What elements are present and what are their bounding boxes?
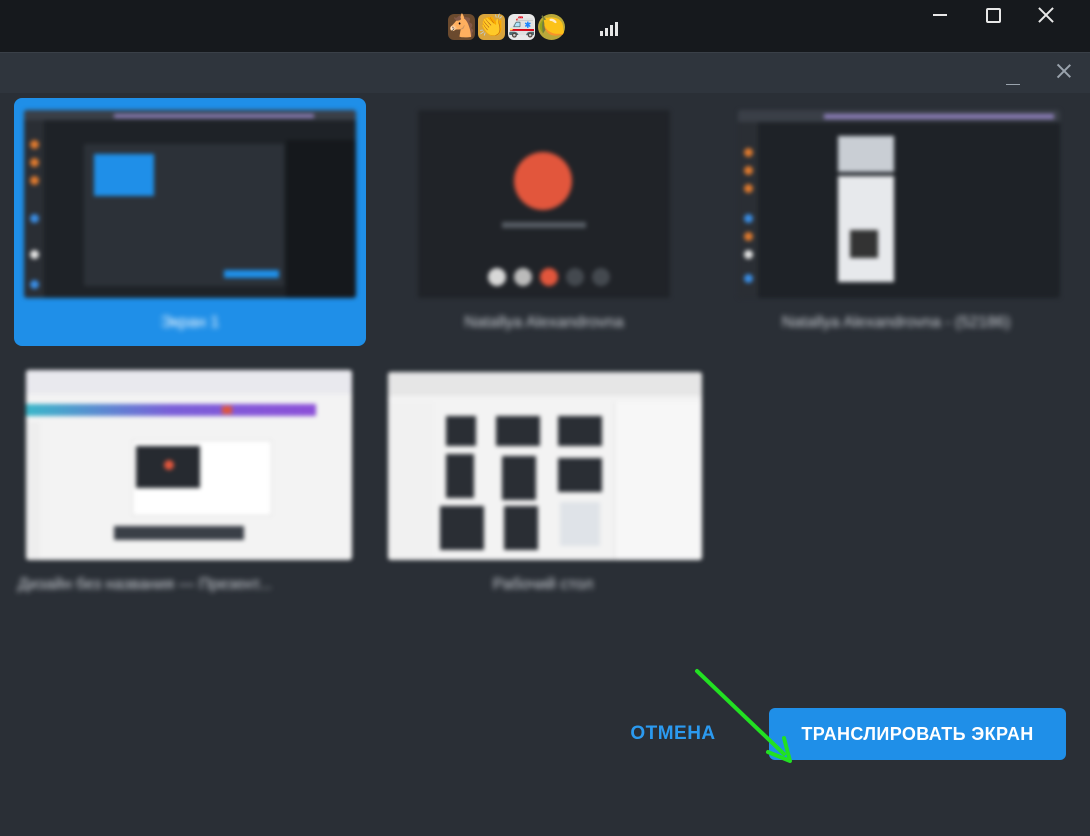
close-icon	[1038, 7, 1054, 23]
source-caption: Дизайн без названия — Презент...	[18, 576, 272, 593]
source-tile-screen-1[interactable]: Экран 1	[14, 98, 366, 346]
source-tile-window-presentation[interactable]: Дизайн без названия — Презент...	[14, 362, 366, 610]
window-minimize-button[interactable]	[914, 0, 966, 30]
source-thumbnail	[24, 110, 356, 298]
share-screen-button[interactable]: ТРАНСЛИРОВАТЬ ЭКРАН	[769, 708, 1066, 760]
window-close-button[interactable]	[1020, 0, 1072, 30]
source-caption: Natallya Alexandrovna - (52186)	[781, 314, 1011, 331]
cancel-button[interactable]: ОТМЕНА	[618, 716, 728, 752]
source-thumbnail	[418, 110, 670, 298]
signal-bars-icon	[600, 20, 622, 36]
horse-emoji-icon: 🐴	[448, 14, 476, 40]
window-titlebar: 🐴 👏 🚑 🍋	[0, 0, 1090, 52]
source-caption: Natallya Alexandrovna	[464, 314, 624, 331]
minimize-icon	[933, 14, 947, 16]
clapping-hands-emoji-icon: 👏	[478, 14, 506, 40]
source-thumbnail	[738, 110, 1060, 298]
source-thumbnail	[26, 370, 352, 560]
source-tile-window-messenger[interactable]: Natallya Alexandrovna - (52186)	[726, 98, 1066, 346]
source-caption: Экран 1	[160, 314, 220, 331]
window-maximize-button[interactable]	[967, 0, 1019, 30]
dialog-topbar	[0, 53, 1090, 93]
ambulance-emoji-icon: 🚑	[508, 14, 536, 40]
lemon-emoji-icon: 🍋	[538, 14, 566, 40]
source-tile-desktop[interactable]: Рабочий стол	[376, 362, 710, 610]
source-caption: Рабочий стол	[492, 576, 594, 593]
dialog-minimize-button[interactable]	[1000, 65, 1026, 91]
close-icon	[1056, 63, 1072, 79]
emoji-status-row: 🐴 👏 🚑 🍋	[448, 13, 565, 41]
source-thumbnail	[388, 372, 702, 560]
dialog-close-button[interactable]	[1056, 63, 1078, 85]
source-tile-window-call[interactable]: Natallya Alexandrovna	[408, 98, 680, 346]
minimize-icon	[1006, 83, 1020, 85]
maximize-icon	[985, 7, 1001, 23]
